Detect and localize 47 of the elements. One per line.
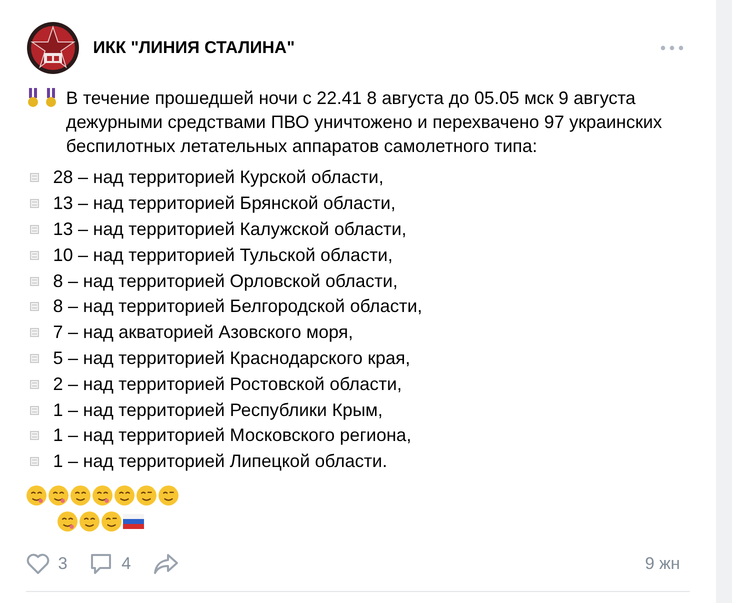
list-item-text: 10 – над территорией Тульской области,: [53, 244, 393, 266]
smiley-icon: [26, 484, 47, 506]
list-item-text: 1 – над территорией Липецкой области.: [53, 451, 388, 472]
post-time: 9 жн: [645, 554, 680, 574]
bullet-icon: [30, 302, 39, 312]
flag-icon: [123, 514, 144, 529]
bullet-icon: [30, 250, 39, 260]
list-item-text: 2 – над территорией Ростовской области,: [53, 374, 402, 395]
medal-icon: [44, 88, 58, 108]
smiley-icon: [92, 484, 113, 506]
smiley-icon: [70, 484, 91, 506]
like-count: 3: [58, 554, 68, 574]
smiley-icon: [114, 484, 135, 506]
smiley-icon: [101, 510, 122, 532]
like-icon[interactable]: [26, 552, 50, 575]
bullet-icon: [30, 173, 39, 182]
list-item-text: 1 – над территорией Республики Крым,: [53, 400, 383, 421]
more-icon[interactable]: [660, 45, 684, 51]
bullet-icon: [30, 431, 39, 440]
list-item-text: 13 – над территорией Калужской области,: [53, 218, 407, 240]
bullet-icon: [30, 328, 39, 338]
list-item-text: 28 – над территорией Курской области,: [53, 167, 384, 188]
bullet-icon: [30, 406, 39, 415]
medal-icon: [26, 88, 40, 108]
comment-count: 4: [121, 554, 131, 574]
bullet-icon: [30, 224, 39, 234]
bullet-icon: [30, 354, 39, 363]
bullet-icon: [30, 380, 39, 389]
smiley-icon: [136, 484, 157, 506]
list-item-text: 8 – над территорией Белгородской области,: [53, 296, 422, 318]
bullet-icon: [30, 199, 39, 208]
bullet-icon: [30, 457, 39, 466]
list-item-text: 8 – над территорией Орловской области,: [53, 270, 398, 292]
smiley-icon: [57, 510, 78, 532]
list-item-text: 1 – над территорией Московского региона,: [53, 425, 412, 446]
channel-name[interactable]: ИКК "ЛИНИЯ СТАЛИНА": [93, 38, 295, 58]
list-item-text: 7 – над акваторией Азовского моря,: [53, 322, 354, 344]
smiley-icon: [48, 484, 69, 506]
channel-logo-icon: [26, 21, 80, 75]
list-item-text: 13 – над территорией Брянской области,: [53, 193, 396, 214]
list-item-text: 5 – над территорией Краснодарского края,: [53, 348, 410, 369]
smiley-icon: [158, 484, 179, 506]
bullet-icon: [30, 276, 39, 286]
share-icon[interactable]: [152, 552, 179, 575]
comment-icon[interactable]: [89, 552, 114, 576]
smiley-icon: [79, 510, 100, 532]
post-text: В течение прошедшей ночи с 22.41 8 августа до 05.05 мск 9 августа дежурными средствами ПВО уничтожено и перехвачено 97 украинских беспилотных летательных аппаратов самолетного типа:: [66, 87, 664, 158]
